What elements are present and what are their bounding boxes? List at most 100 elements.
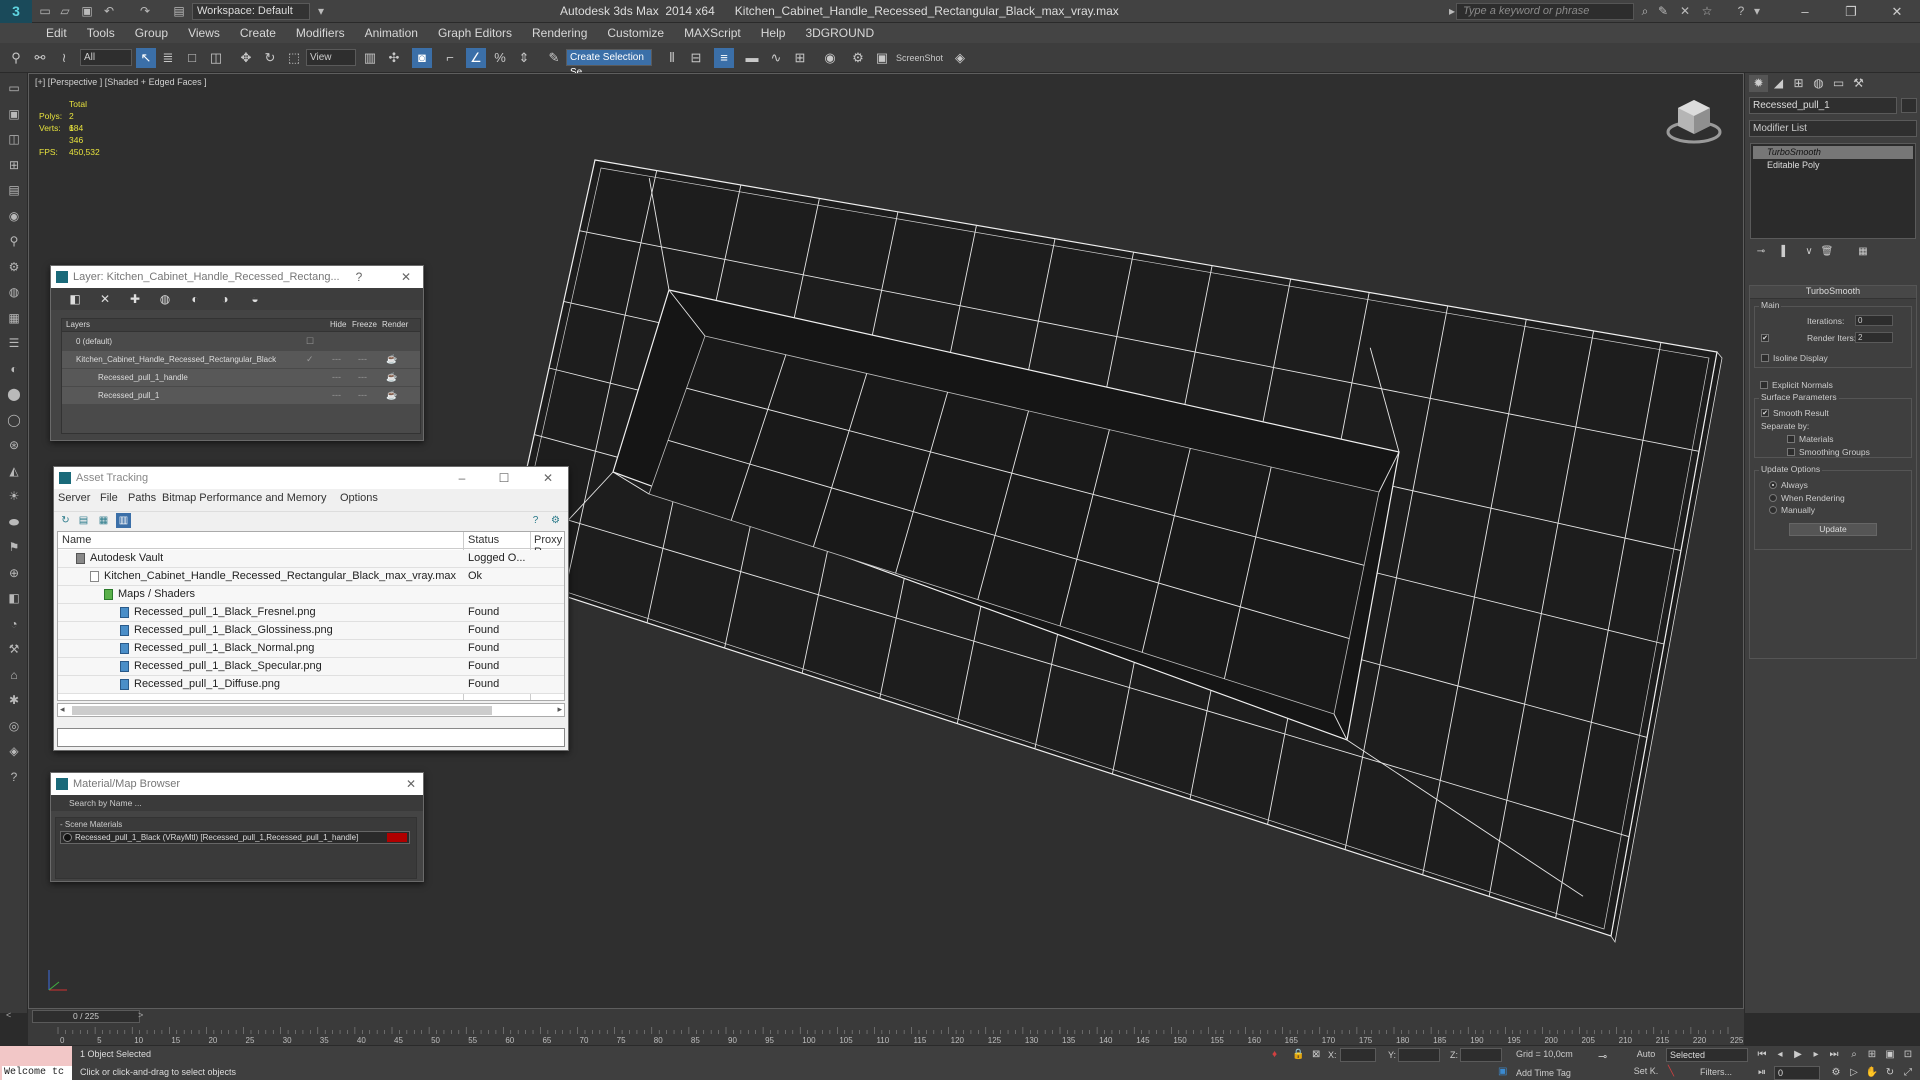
layer-row[interactable]: Recessed_pull_1_handle --- --- ☕ [62,369,420,386]
tool-viewport-layout-icon[interactable]: ▭ [4,79,24,97]
tool-star-icon[interactable]: ✱ [4,691,24,709]
create-tab-icon[interactable]: ✹ [1749,75,1768,92]
move-icon[interactable]: ✥ [236,48,256,68]
z-coord-input[interactable] [1460,1048,1502,1062]
smoothing-groups-checkbox[interactable] [1787,448,1795,456]
material-editor-icon[interactable]: ◉ [820,48,840,68]
time-slider[interactable]: 0 / 225 [32,1010,140,1023]
show-end-result-icon[interactable]: ▌ [1777,246,1793,262]
select-by-name-icon[interactable]: ≣ [158,48,178,68]
tool-layer-manager-icon[interactable]: ⊞ [4,156,24,174]
set-key-button[interactable]: Set K. [1628,1066,1664,1080]
material-close-icon[interactable]: ✕ [401,773,421,795]
material-item[interactable]: Recessed_pull_1_Black (VRayMtl) [Recesse… [60,831,410,844]
tool-scene-explorer-icon[interactable]: ▤ [4,181,24,199]
time-tag-icon[interactable]: ▣ [1498,1066,1507,1077]
asset-menu-server[interactable]: Server [58,492,90,504]
col-status[interactable]: Status [468,534,499,546]
asset-row[interactable]: Recessed_pull_1_Diffuse.png Found [58,676,564,694]
hide-all-layers-icon[interactable]: ◑ [217,291,233,307]
asset-row[interactable]: Kitchen_Cabinet_Handle_Recessed_Rectangu… [58,568,564,586]
layer-close-icon[interactable]: ✕ [396,266,416,288]
menu-edit[interactable]: Edit [36,25,77,41]
tool-sphere-icon[interactable]: ⬤ [4,385,24,403]
prev-frame-icon[interactable]: ◂ [1772,1048,1788,1062]
unlink-icon[interactable]: ⚯ [30,48,50,68]
redo-icon[interactable]: ↷ [136,3,154,20]
next-frame-icon[interactable]: ▸ [1808,1048,1824,1062]
modifier-list-dropdown[interactable]: Modifier List [1749,120,1917,137]
asset-menu-bitmap[interactable]: Bitmap Performance and Memory [162,492,326,504]
asset-row[interactable]: Recessed_pull_1_Black_Normal.png Found [58,640,564,658]
layer-row[interactable]: Kitchen_Cabinet_Handle_Recessed_Rectangu… [62,351,420,368]
tool-flag-icon[interactable]: ⚑ [4,538,24,556]
smooth-result-checkbox[interactable]: ✔ [1761,409,1769,417]
tool-grid-icon[interactable]: ▦ [4,309,24,327]
menu-create[interactable]: Create [230,25,286,41]
asset-row[interactable]: Recessed_pull_1_Black_Fresnel.png Found [58,604,564,622]
hierarchy-tab-icon[interactable]: ⊞ [1789,75,1808,92]
time-config-icon[interactable]: ⚙ [1828,1066,1844,1080]
key-mode-icon[interactable]: ⏯ [1754,1066,1770,1080]
app-logo-icon[interactable]: 3 [0,0,32,23]
add-time-tag[interactable]: Add Time Tag [1516,1068,1571,1078]
absolute-mode-icon[interactable]: ⊠ [1312,1049,1320,1060]
col-hide[interactable]: Hide [330,320,346,329]
explicit-normals-checkbox[interactable] [1760,381,1768,389]
close-icon[interactable]: ✕ [1874,0,1920,23]
viewcube-icon[interactable] [1666,96,1722,146]
help-dropdown-icon[interactable]: ▾ [1752,3,1762,20]
isoline-checkbox[interactable] [1761,354,1769,362]
render-setup-icon[interactable]: ⚙ [848,48,868,68]
slider-prev-icon[interactable]: < [6,1010,11,1020]
goto-start-icon[interactable]: ⏮ [1754,1048,1770,1062]
tool-pie-icon[interactable]: ◔ [4,615,24,633]
pin-stack-icon[interactable]: ⊸ [1753,246,1769,262]
asset-row[interactable]: Recessed_pull_1_Black_Specular.png Found [58,658,564,676]
y-coord-input[interactable] [1398,1048,1440,1062]
layer-row[interactable]: 0 (default) ☐ [62,333,420,350]
asset-menu-options[interactable]: Options [340,492,378,504]
tool-circle-icon[interactable]: ◯ [4,411,24,429]
stack-item-editable-poly[interactable]: Editable Poly [1753,159,1913,172]
current-layer-check-icon[interactable]: ✓ [306,351,314,368]
curve-editor-icon[interactable]: ∿ [766,48,786,68]
tool-menu-icon[interactable]: ☰ [4,334,24,352]
tool-schematic-icon[interactable]: ◫ [4,130,24,148]
menu-maxscript[interactable]: MAXScript [674,25,751,41]
menu-customize[interactable]: Customize [597,25,674,41]
select-manipulate-icon[interactable]: ✣ [384,48,404,68]
tool-capsule-icon[interactable]: ⬬ [4,513,24,531]
zoom-icon[interactable]: ⌕ [1846,1048,1862,1062]
motion-tab-icon[interactable]: ◍ [1809,75,1828,92]
menu-rendering[interactable]: Rendering [522,25,597,41]
tool-light-icon[interactable]: ◍ [4,283,24,301]
tool-teapot-icon[interactable]: ⊛ [4,436,24,454]
favorites-star-icon[interactable]: ☆ [1698,3,1716,20]
mirror-icon[interactable]: ⫴ [662,48,682,68]
selection-filter-dropdown[interactable]: All [80,49,132,66]
remove-modifier-icon[interactable]: 🗑 [1819,246,1835,262]
subscription-icon[interactable]: ✎ [1654,3,1672,20]
tool-render-icon[interactable]: ⚙ [4,258,24,276]
snaps-toggle-icon[interactable]: ⌐ [440,48,460,68]
scale-icon[interactable]: ⬚ [284,48,304,68]
col-layers[interactable]: Layers [66,320,90,329]
asset-help-icon[interactable]: ? [528,513,543,528]
tool-light-toggle-icon[interactable]: ◐ [4,360,24,378]
minimize-icon[interactable]: – [1782,0,1828,23]
window-crossing-icon[interactable]: ◫ [206,48,226,68]
pivot-center-icon[interactable]: ▥ [360,48,380,68]
menu-help[interactable]: Help [751,25,796,41]
workspace-dropdown[interactable]: Workspace: Default [192,3,310,20]
select-in-layer-icon[interactable]: ◍ [157,291,173,307]
iterations-input[interactable]: 0 [1855,315,1893,326]
tool-sun-icon[interactable]: ☀ [4,487,24,505]
col-name[interactable]: Name [62,534,91,546]
asset-menu-file[interactable]: File [100,492,118,504]
menu-animation[interactable]: Animation [355,25,428,41]
layer-box-icon[interactable]: ☐ [306,333,314,350]
play-icon[interactable]: ▶ [1790,1048,1806,1062]
spinner-snap-icon[interactable]: ⇕ [514,48,534,68]
tree-view-icon[interactable]: ▥ [116,513,131,528]
